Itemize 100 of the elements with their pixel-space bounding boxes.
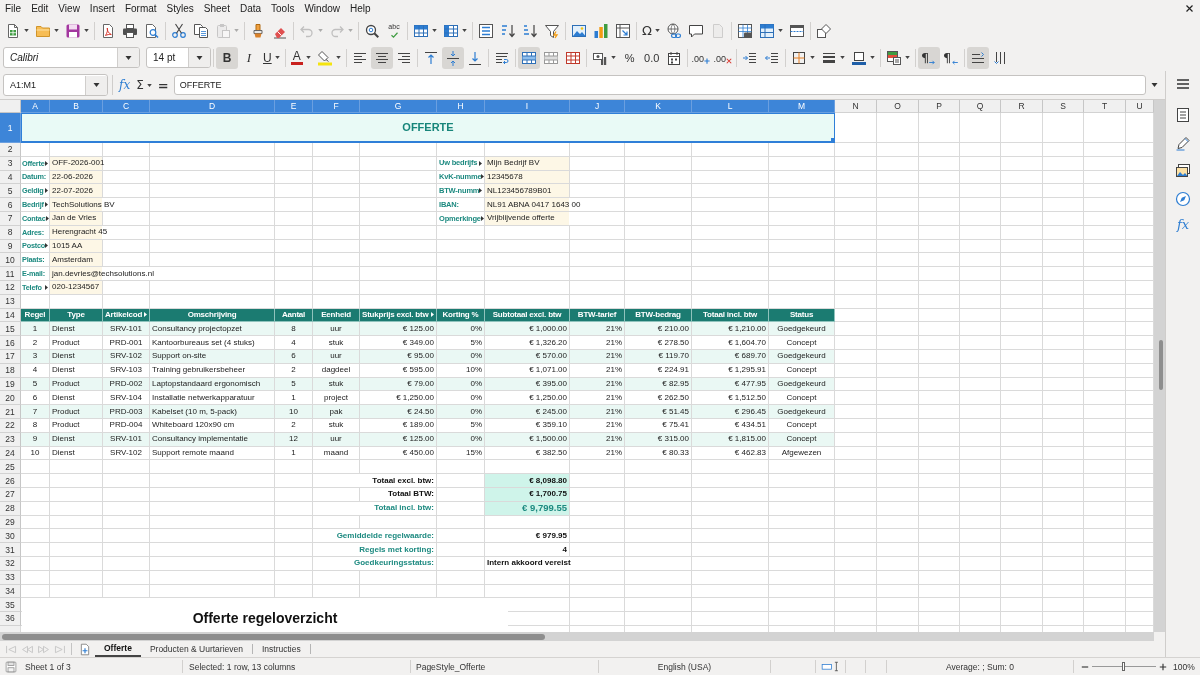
delete-decimal-button[interactable]: .00 (711, 46, 734, 69)
add-sheet-icon[interactable] (79, 643, 91, 656)
dropdown-button[interactable] (117, 48, 139, 67)
align-middle-button[interactable] (441, 46, 464, 69)
column-header[interactable]: I (485, 100, 570, 113)
scrollbar-thumb[interactable] (1159, 340, 1163, 390)
column-header[interactable]: J (570, 100, 625, 113)
row-header[interactable]: 20 (0, 391, 21, 406)
font-name-field[interactable]: Calibri (3, 47, 140, 68)
menu-item[interactable]: Edit (26, 0, 54, 17)
row-header[interactable]: 10 (0, 253, 21, 268)
menu-item[interactable]: Styles (161, 0, 199, 17)
close-icon[interactable] (1185, 4, 1194, 13)
left-to-right-button[interactable]: ¶ (917, 46, 940, 69)
functions-button[interactable]: fx (1174, 217, 1192, 232)
sheet-title: OFFERTE (402, 122, 454, 133)
row-header[interactable]: 15 (0, 322, 21, 337)
row-header[interactable]: 1 (0, 113, 21, 143)
column-header[interactable]: Q (960, 100, 1001, 113)
column-header[interactable]: R (1001, 100, 1043, 113)
dropdown-button[interactable] (85, 75, 107, 95)
column-header[interactable]: P (919, 100, 960, 113)
special-character-button[interactable]: Ω (639, 19, 663, 42)
row-header[interactable]: 11 (0, 267, 21, 281)
column-header[interactable]: K (625, 100, 692, 113)
row-header[interactable]: 6 (0, 198, 21, 212)
formula-button[interactable]: = (154, 75, 172, 95)
right-to-left-button[interactable]: ¶ (939, 46, 962, 69)
menu-icon[interactable] (1175, 76, 1191, 92)
slider-thumb[interactable] (1122, 662, 1125, 671)
row-header[interactable]: 30 (0, 529, 21, 544)
plus-icon[interactable] (1159, 662, 1167, 671)
row-header[interactable]: 5 (0, 184, 21, 199)
column-header[interactable]: A (21, 100, 50, 113)
table-columns-icon (443, 22, 459, 39)
scrollbar-thumb[interactable] (2, 633, 545, 640)
function-wizard-button[interactable]: fx (116, 75, 134, 95)
row-header[interactable]: 36 (0, 612, 21, 626)
number-format-button[interactable]: 0.0 (640, 46, 663, 69)
menu-item[interactable]: Insert (84, 0, 120, 17)
column-header[interactable]: S (1043, 100, 1084, 113)
menu-item[interactable]: Window (299, 0, 345, 17)
font-size-field[interactable]: 14 pt (146, 47, 211, 68)
language[interactable]: English (USA) (657, 661, 712, 672)
italic-button[interactable]: I (238, 46, 260, 69)
row-header[interactable]: 21 (0, 405, 21, 419)
selection-mode-icon[interactable] (820, 661, 841, 672)
menu-item[interactable]: Tools (266, 0, 300, 17)
underline-button[interactable]: U (260, 46, 283, 69)
selection-info: Selected: 1 row, 13 columns (189, 661, 296, 672)
dropdown-button[interactable] (188, 48, 210, 67)
images-icon[interactable] (1175, 163, 1191, 179)
column-header[interactable]: C (103, 100, 150, 113)
sum-button[interactable]: Σ (133, 75, 155, 95)
column-header[interactable]: H (437, 100, 485, 113)
sheet-tab[interactable]: Instructies (252, 641, 310, 657)
formula-input[interactable]: OFFERTE (173, 75, 1146, 95)
align-center-button[interactable] (370, 46, 393, 69)
menu-item[interactable]: Help (345, 0, 376, 17)
row-header[interactable]: 2 (0, 143, 21, 157)
row-header[interactable]: 16 (0, 336, 21, 350)
column-header[interactable]: G (360, 100, 437, 113)
column-header[interactable]: E (275, 100, 313, 113)
column-header[interactable]: U (1126, 100, 1154, 113)
row-header[interactable]: 35 (0, 598, 21, 613)
fill-handle-icon[interactable] (831, 138, 835, 142)
name-box[interactable]: A1:M1 (3, 74, 108, 96)
vertical-scrollbar[interactable] (1154, 100, 1165, 632)
merge-and-center-button[interactable] (517, 46, 540, 69)
menu-item[interactable]: Data (234, 0, 267, 17)
column-header[interactable]: M (769, 100, 835, 113)
font-color-button[interactable]: A (287, 46, 314, 69)
compass-icon[interactable] (1175, 191, 1191, 207)
row-header[interactable]: 31 (0, 543, 21, 557)
table-cell: € 24.50 (360, 405, 437, 419)
caret-icon[interactable] (1151, 83, 1158, 87)
bold-button[interactable]: B (216, 46, 238, 69)
percent-button[interactable]: % (618, 46, 641, 69)
column-header[interactable]: T (1084, 100, 1126, 113)
add-decimal-button[interactable]: .00 (689, 46, 712, 69)
column-header[interactable]: O (877, 100, 919, 113)
text-direction-horizontal-button[interactable] (966, 46, 989, 69)
menu-item[interactable]: File (0, 0, 27, 17)
pen-icon[interactable] (1175, 135, 1191, 151)
zoom-level[interactable]: 100% (1173, 661, 1195, 672)
sheet-tab[interactable]: Offerte (95, 641, 141, 657)
menu-item[interactable]: View (53, 0, 85, 17)
horizontal-scrollbar[interactable] (0, 632, 1154, 641)
column-header[interactable]: N (835, 100, 877, 113)
menu-item[interactable]: Sheet (198, 0, 235, 17)
spreadsheet-grid[interactable] (0, 100, 1154, 632)
properties-icon[interactable] (1175, 107, 1191, 123)
sheet-tab[interactable]: Producten & Uurtarieven (140, 641, 252, 657)
column-header[interactable]: F (313, 100, 360, 113)
row-header[interactable]: 26 (0, 474, 21, 488)
column-header[interactable]: B (50, 100, 103, 113)
column-header[interactable]: D (150, 100, 275, 113)
row-header[interactable]: 25 (0, 460, 21, 475)
column-header[interactable]: L (692, 100, 769, 113)
menu-item[interactable]: Format (119, 0, 162, 17)
